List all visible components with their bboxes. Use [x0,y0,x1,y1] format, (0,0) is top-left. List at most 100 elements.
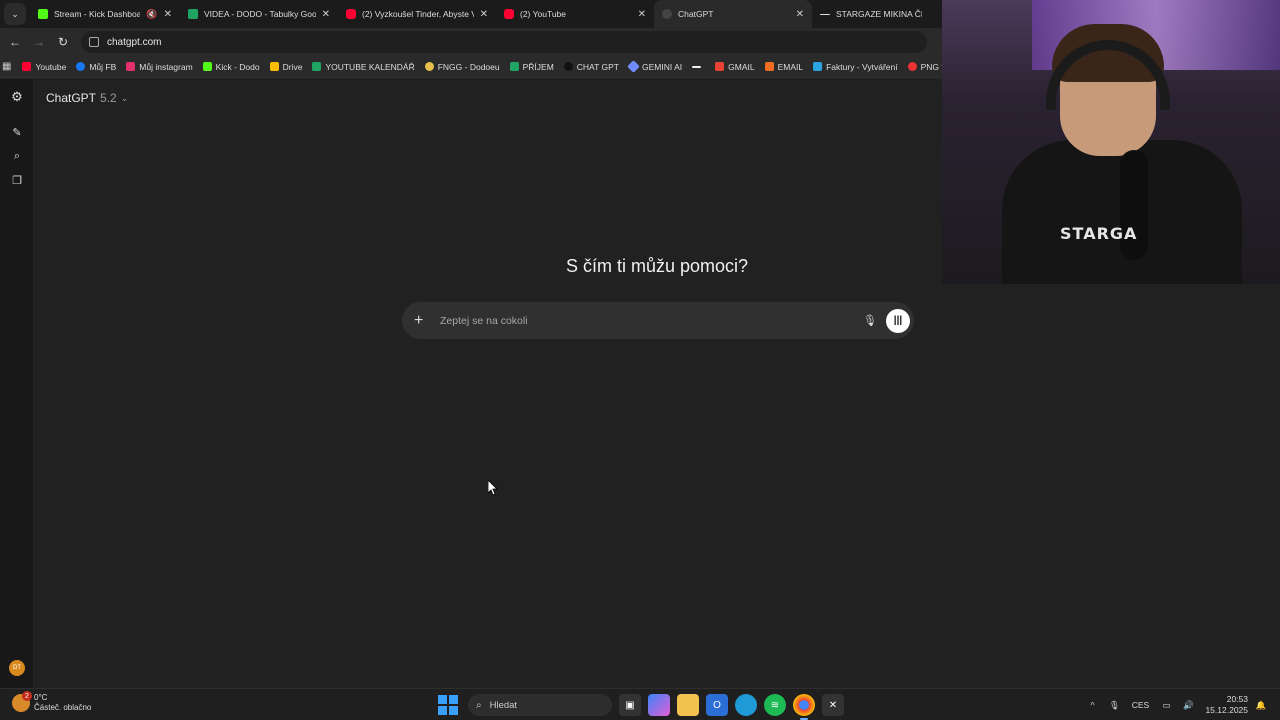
microphone-icon[interactable]: 🎙 [860,314,880,327]
bookmark-email[interactable]: EMAIL [760,62,809,72]
prompt-composer: + 🎙 ||| [402,302,914,339]
file-explorer-icon[interactable] [677,694,699,716]
library-icon[interactable]: ❐ [9,172,25,188]
reload-icon[interactable]: ↻ [51,30,75,54]
search-placeholder: Hledat [489,699,518,711]
invoice-icon [813,62,823,71]
bookmark-youtube-calendar[interactable]: YOUTUBE KALENDÁŘ [307,62,419,72]
bookmark-label: Můj FB [89,61,117,72]
back-arrow-icon[interactable]: ← [3,30,27,54]
model-selector[interactable]: ChatGPT 5.2 ⌄ [46,91,128,105]
bookmark-label: FNGG - Dodoeu [437,61,500,72]
language-indicator[interactable]: CES [1127,700,1153,710]
bookmark-chatgpt[interactable]: CHAT GPT [559,62,624,72]
bookmark-youtube[interactable]: Youtube [17,62,71,72]
site-info-icon[interactable] [89,37,99,47]
tab-youtube[interactable]: (2) YouTube ✕ [496,0,654,28]
instagram-icon [126,62,136,71]
start-button[interactable] [438,695,458,715]
bookmark-prijem[interactable]: PŘÍJEM [505,62,559,72]
bookmark-label: Kick - Dodo [215,61,260,72]
bookmark-label: Drive [282,61,303,72]
address-bar[interactable]: chatgpt.com [81,31,927,53]
tab-chatgpt[interactable]: ChatGPT ✕ [654,0,812,28]
drive-icon [269,62,279,71]
tab-kick-dashboard[interactable]: Stream - Kick Dashboard 🔇 ✕ [30,0,180,28]
weather-widget[interactable]: 2 0°C Částeč. oblačno [12,691,91,713]
prompt-input[interactable] [438,313,860,328]
shirt-print-text: STARGA [1060,224,1138,243]
avatar[interactable]: DT [9,660,25,676]
add-attachment-icon[interactable]: + [414,312,430,330]
bookmark-label: CHAT GPT [576,61,619,72]
browser-toolbar: ← → ↻ chatgpt.com [0,28,942,56]
volume-icon[interactable]: 🔊 [1179,700,1197,711]
spotify-icon[interactable]: ≋ [764,694,786,716]
heart-icon [907,62,917,71]
tab-youtube-video[interactable]: (2) Vyzkoušel Tinder, Abyste Vy ✕ [338,0,496,28]
edge-icon[interactable] [735,694,757,716]
tab-search-button[interactable]: ⌄ [4,3,26,25]
forward-arrow-icon[interactable]: → [27,30,51,54]
tab-videa-sheets[interactable]: VIDEA - DODO - Tabulky Googl ✕ [180,0,338,28]
windows-taskbar: 2 0°C Částeč. oblačno ⌕ Hledat ▣ O ≋ ✕ ^… [0,688,1280,720]
tab-close-icon[interactable]: ✕ [322,9,330,20]
bookmark-faktury[interactable]: Faktury - Vytváření [808,62,902,72]
terminal-icon[interactable]: ✕ [822,694,844,716]
task-view-icon[interactable]: ▣ [619,694,641,716]
bookmark-unnamed[interactable] [687,65,710,68]
dash-favicon-icon [820,13,830,15]
model-version: 5.2 [100,91,117,105]
microphone-stand [1120,150,1148,260]
bookmark-label: Můj instagram [139,61,193,72]
taskbar-search[interactable]: ⌕ Hledat [468,694,612,716]
chrome-icon[interactable] [793,694,815,720]
network-icon[interactable]: ▭ [1157,700,1175,711]
microphone-icon[interactable]: 🎙 [1105,700,1123,711]
tab-close-icon[interactable]: ✕ [480,9,488,20]
clock[interactable]: 20:53 15.12.2025 [1205,694,1248,716]
outlook-icon[interactable]: O [706,694,728,716]
chatgpt-icon [563,62,573,71]
bookmark-label: YOUTUBE KALENDÁŘ [325,61,415,72]
bookmark-label: GEMINI AI [641,61,683,72]
voice-mode-button[interactable]: ||| [886,308,910,333]
chatgpt-logo-icon[interactable]: ⚙ [9,89,25,105]
copilot-icon[interactable] [648,694,670,716]
search-icon[interactable]: ⌕ [9,148,25,164]
sheets-favicon-icon [188,9,198,19]
browser-tab-strip: ⌄ Stream - Kick Dashboard 🔇 ✕ VIDEA - DO… [0,0,942,28]
tab-close-icon[interactable]: ✕ [164,9,172,20]
sheets-icon [312,62,322,71]
tab-title: STARGAZE MIKINA ČERNÁ [836,9,922,19]
chevron-up-icon[interactable]: ^ [1083,700,1101,710]
dash-icon [692,65,702,68]
bookmark-gmail[interactable]: GMAIL [710,62,759,72]
muted-speaker-icon[interactable]: 🔇 [146,9,157,20]
bookmark-kick[interactable]: Kick - Dodo [198,62,265,72]
search-icon: ⌕ [476,699,482,711]
bookmark-facebook[interactable]: Můj FB [71,62,121,72]
new-chat-icon[interactable]: ✎ [9,124,25,140]
apps-grid-icon[interactable]: ▦ [2,61,11,72]
bookmarks-bar: ▦ Youtube Můj FB Můj instagram Kick - Do… [0,56,948,78]
bookmark-label: Faktury - Vytváření [826,61,898,72]
youtube-icon [22,62,32,71]
tab-close-icon[interactable]: ✕ [638,9,646,20]
tab-stargaze[interactable]: STARGAZE MIKINA ČERNÁ [812,0,930,28]
gemini-icon [627,60,640,73]
bookmark-fngg[interactable]: FNGG - Dodoeu [420,62,505,72]
model-name: ChatGPT [46,91,97,105]
bookmark-drive[interactable]: Drive [265,62,308,72]
weather-sun-icon: 2 [12,691,32,712]
notification-bell-icon[interactable]: 🔔 [1252,700,1270,711]
bookmark-gemini[interactable]: GEMINI AI [624,60,687,73]
tab-title: Stream - Kick Dashboard [54,9,141,19]
tab-close-icon[interactable]: ✕ [796,9,804,20]
youtube-favicon-icon [504,9,514,19]
bookmark-instagram[interactable]: Můj instagram [121,62,197,72]
gmail-icon [715,62,725,71]
bookmark-label: PŘÍJEM [522,61,554,72]
date: 15.12.2025 [1205,705,1248,715]
fngg-icon [424,62,434,71]
